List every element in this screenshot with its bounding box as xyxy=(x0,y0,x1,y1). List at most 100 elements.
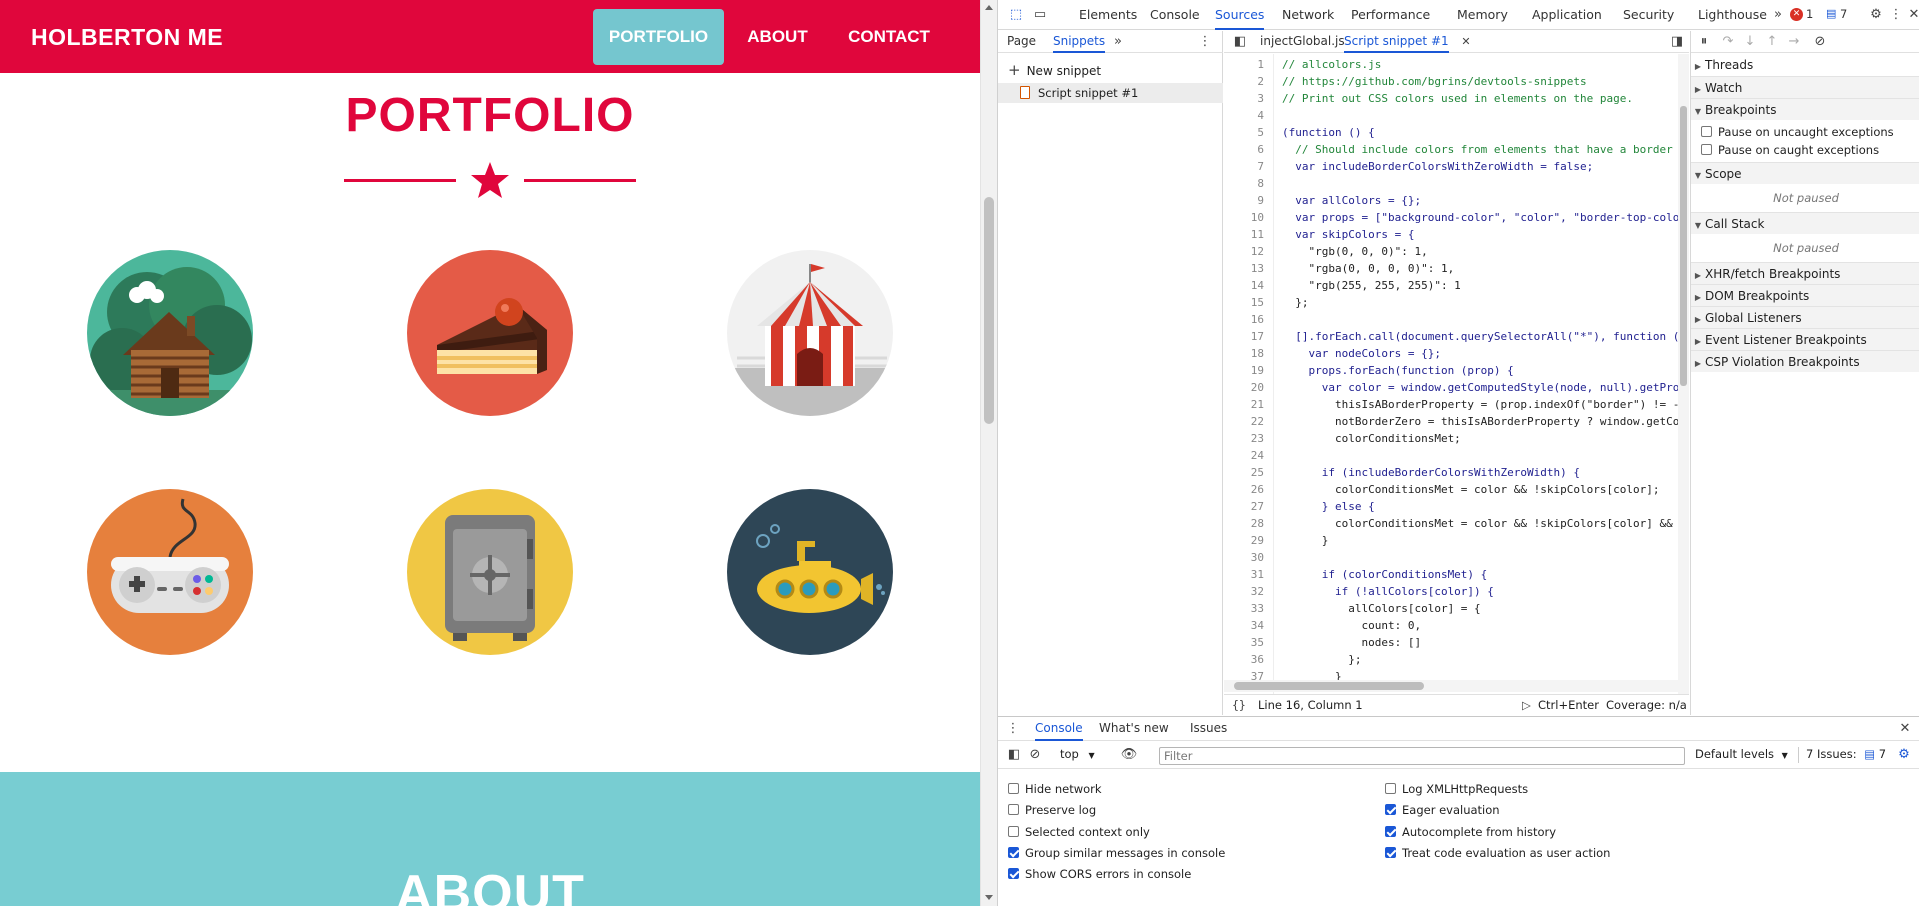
line-number[interactable]: 1 xyxy=(1224,58,1264,71)
line-number[interactable]: 9 xyxy=(1224,194,1264,207)
line-number[interactable]: 36 xyxy=(1224,653,1264,666)
step-over-icon[interactable]: ↷ xyxy=(1719,33,1737,51)
dom-breakpoints-section[interactable]: ▶ DOM Breakpoints xyxy=(1691,284,1919,306)
code-line[interactable]: if (includeBorderColorsWithZeroWidth) { xyxy=(1282,466,1580,479)
tab-application[interactable]: Application xyxy=(1532,0,1602,30)
drawer-menu-icon[interactable]: ⋮ xyxy=(1004,720,1022,738)
close-drawer-icon[interactable]: ✕ xyxy=(1896,720,1914,738)
checkbox[interactable] xyxy=(1008,783,1019,794)
code-line[interactable]: // https://github.com/bgrins/devtools-sn… xyxy=(1282,75,1587,88)
code-line[interactable]: var allColors = {}; xyxy=(1282,194,1421,207)
code-line[interactable]: nodes: [] xyxy=(1282,636,1421,649)
code-line[interactable]: allColors[color] = { xyxy=(1282,602,1480,615)
tab-security[interactable]: Security xyxy=(1623,0,1674,30)
code-line[interactable]: }; xyxy=(1282,653,1361,666)
line-number[interactable]: 19 xyxy=(1224,364,1264,377)
editor-vertical-scrollbar[interactable] xyxy=(1678,54,1689,694)
threads-section[interactable]: ▶ Threads xyxy=(1691,54,1919,76)
console-option[interactable]: Log XMLHttpRequests xyxy=(1385,780,1528,798)
pause-uncaught-option[interactable]: Pause on uncaught exceptions xyxy=(1701,123,1894,141)
line-number[interactable]: 24 xyxy=(1224,449,1264,462)
run-snippet-icon[interactable]: ▷ xyxy=(1522,695,1531,715)
code-line[interactable]: if (colorConditionsMet) { xyxy=(1282,568,1488,581)
line-number[interactable]: 2 xyxy=(1224,75,1264,88)
csp-violation-breakpoints-section[interactable]: ▶ CSP Violation Breakpoints xyxy=(1691,350,1919,372)
event-listener-breakpoints-section[interactable]: ▶ Event Listener Breakpoints xyxy=(1691,328,1919,350)
portfolio-tile-game-controller[interactable] xyxy=(25,468,315,676)
portfolio-tile-cake[interactable] xyxy=(345,229,635,437)
code-line[interactable]: thisIsABorderProperty = (prop.indexOf("b… xyxy=(1282,398,1678,411)
line-number[interactable]: 4 xyxy=(1224,109,1264,122)
new-snippet-button[interactable]: + New snippet xyxy=(1008,61,1101,79)
error-count[interactable]: 1 xyxy=(1806,7,1813,21)
line-number[interactable]: 23 xyxy=(1224,432,1264,445)
checkbox[interactable] xyxy=(1701,126,1712,137)
code-line[interactable]: (function () { xyxy=(1282,126,1375,139)
code-line[interactable]: colorConditionsMet = color && !skipColor… xyxy=(1282,517,1673,530)
live-expression-eye-icon[interactable]: 👁 xyxy=(1120,746,1138,764)
tab-memory[interactable]: Memory xyxy=(1457,0,1508,30)
deactivate-breakpoints-icon[interactable]: ⊘ xyxy=(1811,33,1829,51)
log-levels-dropdown[interactable]: Default levels ▼ xyxy=(1695,747,1788,761)
console-settings-gear-icon[interactable]: ⚙ xyxy=(1895,746,1913,764)
scope-section[interactable]: ▼ Scope xyxy=(1691,162,1919,184)
error-icon[interactable]: ✕ xyxy=(1790,8,1803,21)
nav-link-contact[interactable]: CONTACT xyxy=(838,9,940,65)
line-number[interactable]: 28 xyxy=(1224,517,1264,530)
line-number[interactable]: 30 xyxy=(1224,551,1264,564)
scroll-up-arrow-icon[interactable] xyxy=(985,5,993,10)
code-line[interactable]: } else { xyxy=(1282,500,1375,513)
line-number[interactable]: 35 xyxy=(1224,636,1264,649)
editor-horizontal-thumb[interactable] xyxy=(1234,682,1424,690)
line-number[interactable]: 32 xyxy=(1224,585,1264,598)
code-line[interactable]: var nodeColors = {}; xyxy=(1282,347,1440,360)
line-number[interactable]: 16 xyxy=(1224,313,1264,326)
drawer-tab-issues[interactable]: Issues xyxy=(1190,717,1227,741)
code-content[interactable]: // allcolors.js // https://github.com/bgr… xyxy=(1274,54,1678,694)
console-option[interactable]: Treat code evaluation as user action xyxy=(1385,844,1610,862)
editor-vertical-thumb[interactable] xyxy=(1680,106,1687,386)
console-sidebar-icon[interactable]: ◧ xyxy=(1005,746,1023,764)
code-line[interactable]: props.forEach(function (prop) { xyxy=(1282,364,1513,377)
checkbox[interactable] xyxy=(1385,825,1396,837)
tab-network[interactable]: Network xyxy=(1282,0,1334,30)
snippet-item[interactable]: Script snippet #1 xyxy=(998,83,1223,103)
console-filter-input[interactable] xyxy=(1159,747,1685,765)
console-option[interactable]: Selected context only xyxy=(1008,823,1150,841)
tab-performance[interactable]: Performance xyxy=(1351,0,1430,30)
portfolio-tile-safe[interactable] xyxy=(345,468,635,676)
close-devtools-icon[interactable]: ✕ xyxy=(1905,6,1919,24)
checkbox[interactable] xyxy=(1008,846,1019,858)
code-line[interactable]: "rgb(0, 0, 0)": 1, xyxy=(1282,245,1427,258)
xhr-breakpoints-section[interactable]: ▶ XHR/fetch Breakpoints xyxy=(1691,262,1919,284)
clear-console-icon[interactable]: ⊘ xyxy=(1026,746,1044,764)
code-line[interactable]: [].forEach.call(document.querySelectorAl… xyxy=(1282,330,1678,343)
tab-elements[interactable]: Elements xyxy=(1079,0,1137,30)
context-selector[interactable]: top ▼ xyxy=(1060,747,1095,761)
code-line[interactable]: colorConditionsMet = color && !skipColor… xyxy=(1282,483,1660,496)
line-number[interactable]: 13 xyxy=(1224,262,1264,275)
console-option[interactable]: Eager evaluation xyxy=(1385,801,1500,819)
console-option[interactable]: Autocomplete from history xyxy=(1385,823,1556,841)
line-number[interactable]: 25 xyxy=(1224,466,1264,479)
portfolio-tile-submarine[interactable] xyxy=(665,468,955,676)
nav-link-portfolio[interactable]: PORTFOLIO xyxy=(593,9,724,65)
line-number[interactable]: 21 xyxy=(1224,398,1264,411)
line-number[interactable]: 15 xyxy=(1224,296,1264,309)
code-line[interactable]: var skipColors = { xyxy=(1282,228,1414,241)
portfolio-tile-circus-tent[interactable] xyxy=(665,229,955,437)
step-into-icon[interactable]: ↓ xyxy=(1741,33,1759,51)
navigator-menu-icon[interactable]: ⋮ xyxy=(1196,33,1214,51)
code-line[interactable]: // allcolors.js xyxy=(1282,58,1381,71)
code-line[interactable]: var props = ["background-color", "color"… xyxy=(1282,211,1678,224)
code-line[interactable]: }; xyxy=(1282,296,1308,309)
line-number[interactable]: 29 xyxy=(1224,534,1264,547)
global-listeners-section[interactable]: ▶ Global Listeners xyxy=(1691,306,1919,328)
line-number[interactable]: 5 xyxy=(1224,126,1264,139)
line-number[interactable]: 12 xyxy=(1224,245,1264,258)
line-number[interactable]: 27 xyxy=(1224,500,1264,513)
code-line[interactable]: "rgb(255, 255, 255)": 1 xyxy=(1282,279,1460,292)
code-line[interactable]: if (!allColors[color]) { xyxy=(1282,585,1494,598)
tab-sources[interactable]: Sources xyxy=(1215,0,1265,30)
step-out-icon[interactable]: ↑ xyxy=(1763,33,1781,51)
